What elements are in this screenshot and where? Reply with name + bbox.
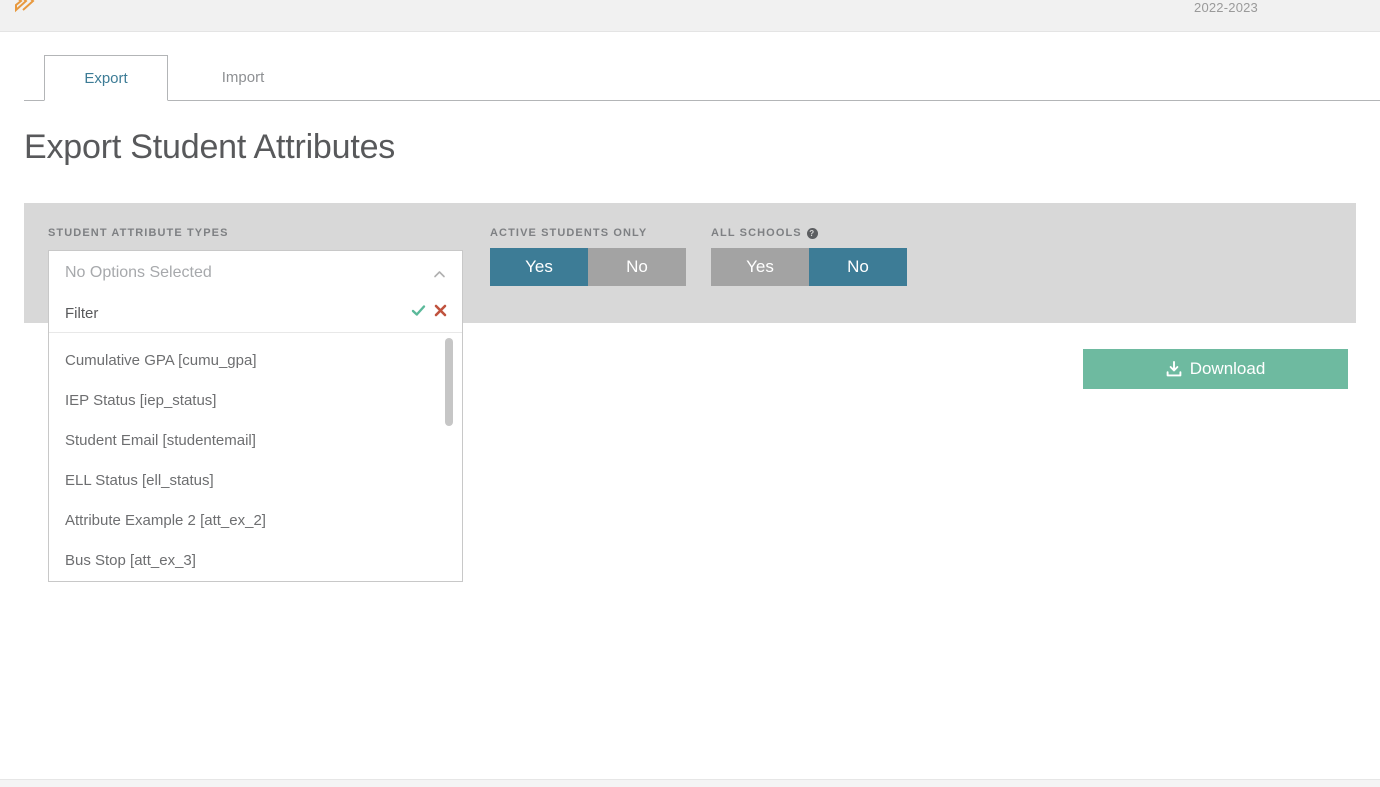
list-item[interactable]: Attribute Example 2 [att_ex_2] (49, 501, 462, 541)
all-schools-label: ALL SCHOOLS ? (711, 227, 907, 239)
download-button[interactable]: Download (1083, 349, 1348, 389)
multiselect-filter-actions (411, 303, 448, 318)
field-group-all-schools: ALL SCHOOLS ? Yes No (711, 227, 907, 286)
multiselect-filter-label: Filter (65, 305, 98, 322)
tab-import[interactable]: Import (168, 55, 318, 101)
tab-export[interactable]: Export (44, 55, 168, 101)
app-footer (0, 779, 1380, 787)
list-item[interactable]: Bus Stop [att_ex_3] (49, 541, 462, 581)
all-schools-label-text: ALL SCHOOLS (711, 227, 802, 239)
check-icon[interactable] (411, 303, 426, 318)
active-students-label: ACTIVE STUDENTS ONLY (490, 227, 686, 239)
brand-chevron-logo-icon[interactable] (12, 0, 42, 16)
help-icon[interactable]: ? (807, 228, 818, 239)
school-year-label: 2022-2023 (1194, 0, 1258, 15)
field-group-attribute-types: STUDENT ATTRIBUTE TYPES (48, 227, 229, 248)
chevron-up-icon[interactable] (433, 268, 446, 281)
download-button-label: Download (1190, 359, 1266, 379)
page-title: Export Student Attributes (24, 128, 395, 167)
multiselect-filter-row[interactable]: Filter (49, 295, 462, 333)
all-schools-yes-button[interactable]: Yes (711, 248, 809, 286)
active-students-no-button[interactable]: No (588, 248, 686, 286)
list-item[interactable]: Cumulative GPA [cumu_gpa] (49, 341, 462, 381)
list-item[interactable]: ELL Status [ell_status] (49, 461, 462, 501)
cross-icon[interactable] (433, 303, 448, 318)
attribute-types-multiselect[interactable]: No Options Selected Filter Cumulative GP… (48, 250, 463, 582)
active-students-toggle[interactable]: Yes No (490, 248, 686, 286)
multiselect-option-list[interactable]: Cumulative GPA [cumu_gpa] IEP Status [ie… (49, 333, 462, 581)
multiselect-header[interactable]: No Options Selected (49, 251, 462, 295)
tab-strip: Export Import (0, 32, 1380, 101)
active-students-yes-button[interactable]: Yes (490, 248, 588, 286)
list-item[interactable]: Student Email [studentemail] (49, 421, 462, 461)
list-item[interactable]: IEP Status [iep_status] (49, 381, 462, 421)
app-header: 2022-2023 (0, 0, 1380, 32)
multiselect-placeholder: No Options Selected (65, 264, 212, 282)
download-icon (1166, 361, 1182, 377)
attribute-types-label: STUDENT ATTRIBUTE TYPES (48, 227, 229, 239)
all-schools-toggle[interactable]: Yes No (711, 248, 907, 286)
multiselect-scrollbar-track[interactable] (445, 335, 453, 579)
field-group-active-students: ACTIVE STUDENTS ONLY Yes No (490, 227, 686, 286)
multiselect-scrollbar-thumb[interactable] (445, 338, 453, 426)
all-schools-no-button[interactable]: No (809, 248, 907, 286)
